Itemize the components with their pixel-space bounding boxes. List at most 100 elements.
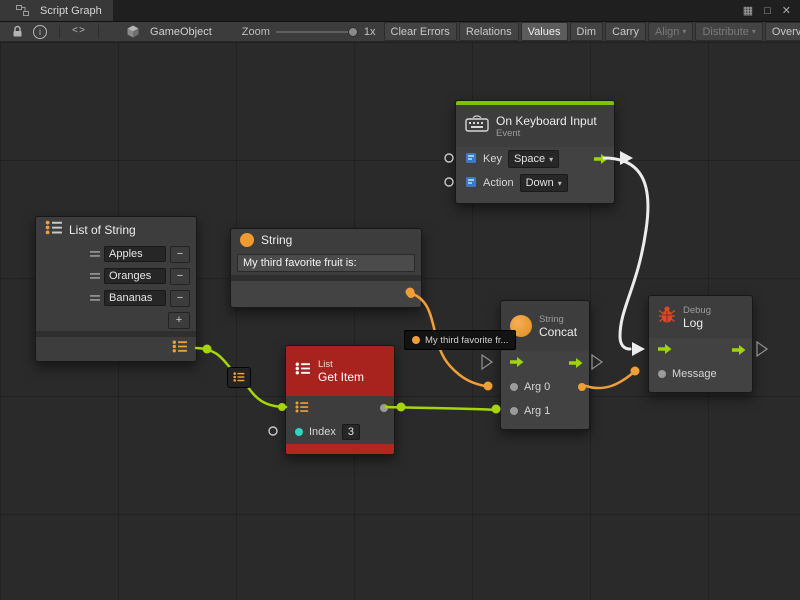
carry-button[interactable]: Carry [605,22,646,41]
node-concat[interactable]: String Concat Arg 0 [500,300,590,430]
control-flow-row [649,338,752,362]
control-output-port[interactable] [594,154,608,164]
close-icon[interactable]: ✕ [782,4,791,17]
string-input-row: My third favorite fruit is: [231,251,421,275]
string-value-input[interactable]: My third favorite fruit is: [237,254,415,272]
node-title: Concat [539,325,577,339]
overview-button[interactable]: Overv [765,22,800,41]
list-output-port[interactable] [172,340,188,358]
result-output-port[interactable] [578,383,586,391]
tab-script-graph[interactable]: Script Graph [0,0,113,21]
message-input-port[interactable] [658,370,666,378]
graph-canvas[interactable]: On Keyboard Input Event Key Space ▾ [0,42,800,600]
node-subtitle: Event [496,128,597,139]
keycode-type-icon [465,152,477,167]
string-value-dot-icon [412,336,420,344]
control-flow-row [501,351,589,375]
arg1-row: Arg 1 [501,399,589,423]
unconnected-port-circle[interactable] [445,154,453,162]
unconnected-flow-triangle[interactable] [757,342,767,356]
wire-dot [484,382,493,391]
maximize-icon[interactable]: □ [764,5,771,17]
dim-button[interactable]: Dim [570,22,604,41]
index-row: Index 3 [286,420,394,444]
drag-handle-icon[interactable] [90,245,100,263]
arg1-input-port[interactable] [510,407,518,415]
wire-getitem-to-concat[interactable] [386,407,498,410]
unconnected-port-circle[interactable] [445,178,453,186]
node-list-of-string[interactable]: List of String Apples − Oranges − Banana… [35,216,197,362]
remove-item-button[interactable]: − [170,290,190,307]
string-output-row [231,281,421,307]
distribute-button[interactable]: Distribute▾ [695,22,762,41]
value-preview-tooltip: My third favorite fr... [404,330,516,350]
window-menu-icon[interactable]: ▦ [743,4,753,17]
zoom-slider[interactable] [276,26,358,38]
list-item-row: Apples − [36,243,196,265]
bug-icon [658,305,676,329]
key-port-row: Key Space ▾ [456,147,614,171]
remove-item-button[interactable]: − [170,246,190,263]
list-item-input[interactable]: Bananas [104,290,166,306]
action-dropdown[interactable]: Down ▾ [520,174,568,192]
info-icon[interactable]: i [33,25,47,39]
node-body: Message [649,338,752,392]
control-input-port[interactable] [510,357,524,370]
node-string-literal[interactable]: String My third favorite fruit is: [230,228,422,308]
control-wire-arrow [632,342,645,356]
add-item-row: + [36,309,196,331]
node-title: On Keyboard Input [496,114,597,128]
unconnected-flow-triangle[interactable] [592,355,602,369]
tab-title: Script Graph [40,5,102,17]
control-output-port[interactable] [569,358,583,368]
index-input-port[interactable] [295,428,303,436]
window-controls: ▦ □ ✕ [743,0,800,21]
node-header: On Keyboard Input Event [456,105,614,147]
node-body: Arg 0 Arg 1 [501,351,589,429]
chevron-down-icon: ▾ [549,155,553,164]
node-header: List of String [36,217,196,243]
control-output-port[interactable] [732,345,746,355]
control-wire-arrow [620,151,633,165]
item-output-port[interactable] [380,404,388,412]
control-input-port[interactable] [658,344,672,357]
wire-dot [397,403,406,412]
list-item-input[interactable]: Oranges [104,268,166,284]
node-debug-log[interactable]: Debug Log Message [648,295,753,393]
align-button[interactable]: Align▾ [648,22,693,41]
wire-dot [203,345,212,354]
list-input-port[interactable] [295,401,309,416]
lock-icon[interactable] [12,25,23,38]
node-on-keyboard-input[interactable]: On Keyboard Input Event Key Space ▾ [455,100,615,204]
unconnected-port-circle[interactable] [269,427,277,435]
list-icon [233,369,245,387]
keyboard-icon [465,115,489,137]
node-category: String [539,314,577,325]
list-item-input[interactable]: Apples [104,246,166,262]
value-preview-text: My third favorite fr... [425,335,508,346]
error-footer-bar [286,444,394,454]
edit-code-icon[interactable]: <> [72,26,86,37]
node-header: Debug Log [649,296,752,338]
zoom-slider-knob[interactable] [348,27,358,37]
gameobject-button[interactable]: GameObject [122,25,212,38]
string-output-port[interactable] [407,290,415,298]
drag-handle-icon[interactable] [90,267,100,285]
string-type-icon [240,233,254,247]
node-get-item[interactable]: List Get Item I [285,345,395,455]
clear-errors-button[interactable]: Clear Errors [384,22,457,41]
zoom-slider-track[interactable] [276,31,358,33]
values-button[interactable]: Values [521,22,568,41]
index-input[interactable]: 3 [342,424,360,440]
arg0-input-port[interactable] [510,383,518,391]
wire-concat-to-log[interactable] [586,372,634,388]
add-item-button[interactable]: + [168,312,190,329]
relations-button[interactable]: Relations [459,22,519,41]
wire-dot [631,367,640,376]
node-title: List of String [69,223,136,237]
unconnected-flow-triangle[interactable] [482,355,492,369]
drag-handle-icon[interactable] [90,289,100,307]
remove-item-button[interactable]: − [170,268,190,285]
key-dropdown[interactable]: Space ▾ [508,150,559,168]
list-output-row [36,337,196,361]
